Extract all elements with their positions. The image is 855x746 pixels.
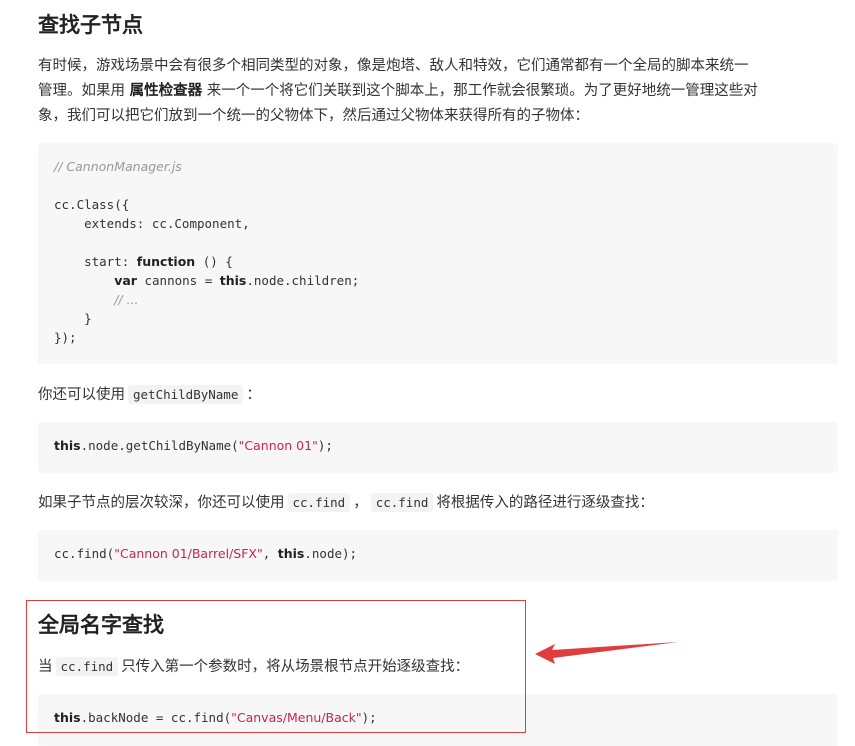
code-text: );: [317, 438, 333, 453]
code-text: () {: [195, 254, 233, 269]
code-line: extends: cc.Component,: [54, 216, 250, 231]
intro-paragraph: 有时候，游戏场景中会有很多个相同类型的对象，像是炮塔、敌人和特效，它们通常都有一…: [38, 54, 838, 129]
intro-line-1: 有时候，游戏场景中会有很多个相同类型的对象，像是炮塔、敌人和特效，它们通常都有一…: [38, 58, 749, 74]
code-string: "Cannon 01": [238, 438, 318, 453]
code-line: });: [54, 330, 77, 345]
code-line: }: [54, 311, 92, 326]
annotation-highlight-box: [26, 600, 526, 733]
code-block-cannon-manager: // CannonManager.js cc.Class({ extends: …: [38, 143, 838, 364]
code-text: ,: [262, 546, 278, 561]
para-text: ：: [246, 387, 261, 403]
inline-code: getChildByName: [128, 385, 244, 404]
code-comment: // ...: [114, 292, 139, 307]
code-comment: // CannonManager.js: [54, 159, 182, 174]
para-text: 如果子节点的层次较深，你还可以使用: [38, 495, 285, 511]
code-text: cc.find(: [54, 546, 115, 561]
code-text: .node);: [304, 546, 358, 561]
code-text: cannons =: [136, 273, 220, 288]
code-block-getchildbyname: this.node.getChildByName("Cannon 01");: [38, 422, 838, 473]
getchild-paragraph: 你还可以使用 getChildByName：: [38, 382, 838, 408]
code-keyword: this: [54, 438, 81, 453]
code-text: .node.getChildByName(: [80, 438, 239, 453]
code-line: start: function () {: [54, 252, 822, 271]
code-string: "Cannon 01/Barrel/SFX": [114, 546, 263, 561]
arrow-shape: [535, 642, 678, 664]
code-line: // CannonManager.js: [54, 157, 822, 176]
section-title-find-children: 查找子节点: [38, 13, 143, 37]
code-keyword: this: [277, 546, 305, 561]
code-line: cc.Class({: [54, 197, 130, 212]
intro-line-2a: 管理。如果用: [38, 83, 130, 99]
para-text: 将根据传入的路径进行逐级查找：: [436, 495, 654, 511]
code-text: .node.children;: [246, 273, 360, 288]
code-block-find-path: cc.find("Cannon 01/Barrel/SFX", this.nod…: [38, 530, 838, 581]
inspector-term: 属性检查器: [129, 83, 203, 99]
code-line: // ...: [54, 290, 822, 309]
code-line: var cannons = this.node.children;: [54, 271, 822, 290]
code-keyword: var: [114, 273, 137, 288]
inline-code: cc.find: [287, 493, 351, 512]
para-text: 你还可以使用: [38, 387, 125, 403]
inline-code: cc.find: [370, 493, 434, 512]
code-keyword: this: [219, 273, 247, 288]
code-keyword: function: [136, 254, 196, 269]
code-line: cc.find("Cannon 01/Barrel/SFX", this.nod…: [54, 544, 822, 563]
find-paragraph: 如果子节点的层次较深，你还可以使用 cc.find， cc.find 将根据传入的路径…: [38, 490, 838, 516]
code-text: start:: [54, 254, 137, 269]
para-text: ，: [353, 495, 368, 511]
code-line: this.node.getChildByName("Cannon 01");: [54, 436, 822, 455]
annotation-arrow-icon: [535, 642, 678, 664]
intro-line-2b: 来一个一个将它们关联到这个脚本上，那工作就会很繁琐。为了更好地统一管理这些对: [202, 83, 758, 99]
intro-line-3: 象，我们可以把它们放到一个统一的父物体下，然后通过父物体来获得所有的子物体：: [38, 108, 589, 124]
